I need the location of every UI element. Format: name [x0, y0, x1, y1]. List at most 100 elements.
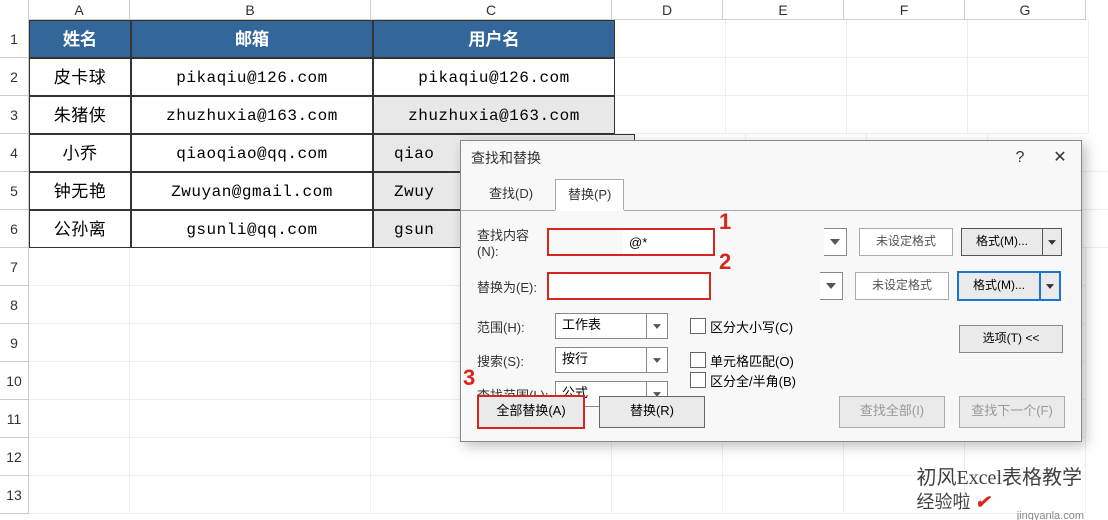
replace-format-dropdown[interactable] — [1041, 271, 1061, 301]
col-header-G[interactable]: G — [965, 0, 1086, 20]
col-header-C[interactable]: C — [371, 0, 612, 20]
col-header-D[interactable]: D — [612, 0, 723, 20]
row-header-7[interactable]: 7 — [0, 248, 29, 286]
checkbox-match-cell[interactable] — [690, 352, 706, 368]
checkbox-half-full[interactable] — [690, 372, 706, 388]
cell-blank[interactable] — [968, 96, 1089, 134]
cell-blank[interactable] — [612, 438, 723, 476]
cell-blank[interactable] — [723, 476, 844, 514]
cell[interactable]: qiaoqiao@qq.com — [131, 134, 373, 172]
cell-blank[interactable] — [615, 96, 726, 134]
col-header-B[interactable]: B — [130, 0, 371, 20]
table-row: 3 朱猪侠 zhuzhuxia@163.com zhuzhuxia@163.co… — [0, 96, 1108, 134]
table-header-username[interactable]: 用户名 — [373, 20, 615, 58]
row-header-8[interactable]: 8 — [0, 286, 29, 324]
row-header-3[interactable]: 3 — [0, 96, 29, 134]
cell-blank[interactable] — [726, 20, 847, 58]
cell[interactable]: 朱猪侠 — [29, 96, 131, 134]
cell-blank[interactable] — [29, 362, 130, 400]
row-header-11[interactable]: 11 — [0, 400, 29, 438]
scope-dropdown[interactable] — [646, 313, 668, 339]
replace-format-button[interactable]: 格式(M)... — [957, 271, 1041, 301]
cell-blank[interactable] — [847, 58, 968, 96]
replace-all-button[interactable]: 全部替换(A) — [477, 395, 585, 429]
cell[interactable]: gsunli@qq.com — [131, 210, 373, 248]
replace-button[interactable]: 替换(R) — [599, 396, 705, 428]
cell[interactable]: 皮卡球 — [29, 58, 131, 96]
col-header-A[interactable]: A — [29, 0, 130, 20]
find-history-dropdown[interactable] — [824, 228, 847, 256]
tab-find[interactable]: 查找(D) — [477, 179, 545, 211]
watermark-site: jingyanla.com — [1017, 510, 1084, 520]
row-header-12[interactable]: 12 — [0, 438, 29, 476]
cell-blank[interactable] — [29, 248, 130, 286]
row-header-9[interactable]: 9 — [0, 324, 29, 362]
row-header-5[interactable]: 5 — [0, 172, 29, 210]
cell-blank[interactable] — [847, 20, 968, 58]
tab-replace[interactable]: 替换(P) — [555, 179, 624, 211]
row-header-4[interactable]: 4 — [0, 134, 29, 172]
search-select[interactable]: 按行 — [555, 347, 647, 373]
find-all-button[interactable]: 查找全部(I) — [839, 396, 945, 428]
col-header-E[interactable]: E — [723, 0, 844, 20]
cell-blank[interactable] — [130, 286, 371, 324]
cell[interactable]: Zwuyan@gmail.com — [131, 172, 373, 210]
options-button[interactable]: 选项(T) << — [959, 325, 1063, 353]
find-format-dropdown[interactable] — [1043, 228, 1062, 256]
cell-blank[interactable] — [968, 58, 1089, 96]
scope-select[interactable]: 工作表 — [555, 313, 647, 339]
row-header-13[interactable]: 13 — [0, 476, 29, 514]
cell-blank[interactable] — [847, 96, 968, 134]
cell-blank[interactable] — [130, 362, 371, 400]
cell-blank[interactable] — [371, 476, 612, 514]
find-input[interactable] — [623, 230, 713, 254]
cell-blank[interactable] — [615, 20, 726, 58]
help-icon[interactable]: ? — [1009, 147, 1031, 169]
col-header-F[interactable]: F — [844, 0, 965, 20]
replace-history-dropdown[interactable] — [820, 272, 843, 300]
cell[interactable]: pikaqiu@126.com — [373, 58, 615, 96]
cell[interactable]: 钟无艳 — [29, 172, 131, 210]
find-format-status: 未设定格式 — [859, 228, 953, 256]
cell-blank[interactable] — [723, 438, 844, 476]
cell[interactable]: 小乔 — [29, 134, 131, 172]
search-dropdown[interactable] — [646, 347, 668, 373]
cell-blank[interactable] — [130, 400, 371, 438]
cell-blank[interactable] — [29, 476, 130, 514]
table-header-email[interactable]: 邮箱 — [131, 20, 373, 58]
cell-blank[interactable] — [612, 476, 723, 514]
close-icon[interactable]: ✕ — [1049, 147, 1071, 169]
row-header-6[interactable]: 6 — [0, 210, 29, 248]
cell-blank[interactable] — [130, 248, 371, 286]
cell-blank[interactable] — [371, 438, 612, 476]
select-all-cell[interactable] — [0, 0, 29, 21]
dialog-title: 查找和替换 — [471, 148, 541, 168]
cell-blank[interactable] — [130, 476, 371, 514]
cell-blank[interactable] — [130, 324, 371, 362]
cell-blank[interactable] — [29, 324, 130, 362]
check-label-cell: 单元格匹配(O) — [710, 351, 794, 370]
table-header-name[interactable]: 姓名 — [29, 20, 131, 58]
column-headers: A B C D E F G — [0, 0, 1086, 20]
find-format-button[interactable]: 格式(M)... — [961, 228, 1043, 256]
annotation-2: 2 — [719, 249, 731, 275]
cell-blank[interactable] — [615, 58, 726, 96]
cell-blank[interactable] — [130, 438, 371, 476]
cell-blank[interactable] — [29, 438, 130, 476]
row-header-2[interactable]: 2 — [0, 58, 29, 96]
row-header-1[interactable]: 1 — [0, 20, 29, 58]
cell[interactable]: pikaqiu@126.com — [131, 58, 373, 96]
cell[interactable]: 公孙离 — [29, 210, 131, 248]
checkbox-match-case[interactable] — [690, 318, 706, 334]
cell[interactable]: zhuzhuxia@163.com — [373, 96, 615, 134]
replace-input[interactable] — [547, 272, 711, 300]
cell-blank[interactable] — [29, 286, 130, 324]
find-next-button[interactable]: 查找下一个(F) — [959, 396, 1065, 428]
row-header-10[interactable]: 10 — [0, 362, 29, 400]
cell[interactable]: zhuzhuxia@163.com — [131, 96, 373, 134]
cell-blank[interactable] — [726, 96, 847, 134]
cell-blank[interactable] — [29, 400, 130, 438]
dialog-titlebar[interactable]: 查找和替换 ? ✕ — [461, 141, 1081, 175]
cell-blank[interactable] — [968, 20, 1089, 58]
cell-blank[interactable] — [726, 58, 847, 96]
